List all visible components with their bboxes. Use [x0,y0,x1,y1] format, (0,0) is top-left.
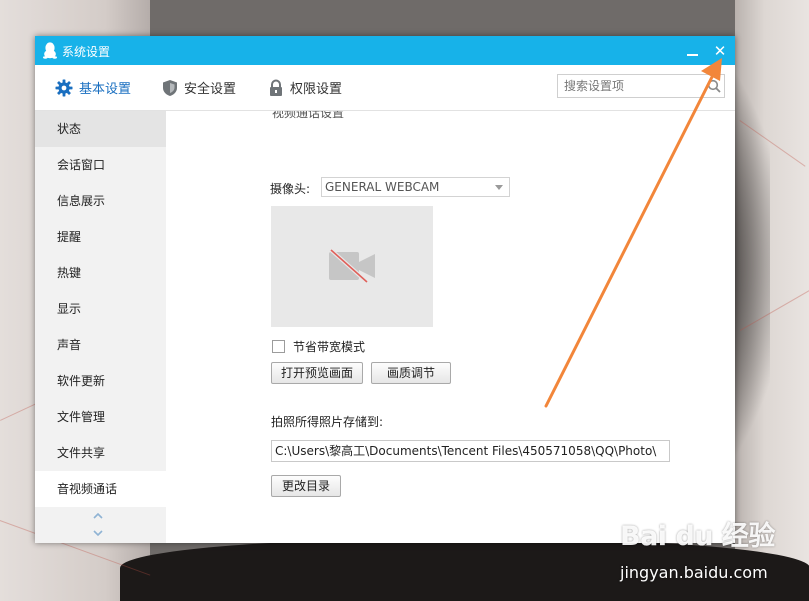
tab-label: 基本设置 [79,82,132,97]
sidebar-item-hotkeys[interactable]: 热键 [35,255,166,291]
camera-off-icon [329,248,375,284]
camera-select[interactable]: GENERAL WEBCAM [321,177,510,197]
sidebar-item-info-display[interactable]: 信息展示 [35,183,166,219]
bandwidth-saving-option[interactable]: 节省带宽模式 [272,338,365,355]
chevron-up-icon[interactable] [91,511,105,521]
sidebar-item-software-update[interactable]: 软件更新 [35,363,166,399]
watermark-logo: Bai du 经验 [620,521,775,552]
shield-icon [163,79,177,96]
qq-logo-icon [43,42,57,59]
sidebar-item-status[interactable]: 状态 [35,111,166,147]
dropdown-arrow-icon [495,185,503,190]
lock-icon [270,79,282,96]
photo-save-path-field[interactable]: C:\Users\黎高工\Documents\Tencent Files\450… [271,440,670,462]
sidebar-item-chat-window[interactable]: 会话窗口 [35,147,166,183]
settings-tabs: 基本设置 安全设置 权限设置 [35,65,735,111]
bandwidth-saving-label: 节省带宽模式 [293,340,366,354]
sidebar-item-display[interactable]: 显示 [35,291,166,327]
open-preview-button[interactable]: 打开预览画面 [271,362,363,384]
tab-basic-settings[interactable]: 基本设置 [55,65,131,110]
close-button[interactable]: ✕ [709,40,731,62]
camera-preview [271,206,433,327]
minimize-icon [687,54,698,56]
camera-label: 摄像头: [270,182,311,196]
chevron-down-icon[interactable] [91,528,105,538]
search-input[interactable] [558,75,702,97]
bandwidth-saving-checkbox[interactable] [272,340,285,353]
sidebar-item-av-call[interactable]: 音视频通话 [35,471,166,507]
tab-label: 安全设置 [184,82,237,97]
search-icon[interactable] [707,79,721,93]
sidebar-item-sound[interactable]: 声音 [35,327,166,363]
watermark-url: jingyan.baidu.com [620,563,768,582]
close-icon: ✕ [713,42,727,60]
tab-security-settings[interactable]: 安全设置 [162,65,236,110]
camera-select-value: GENERAL WEBCAM [325,180,440,194]
change-directory-button[interactable]: 更改目录 [271,475,341,497]
section-heading-cut: 视频通话设置 [272,111,345,120]
sidebar-item-reminders[interactable]: 提醒 [35,219,166,255]
settings-window: 系统设置 ✕ 基本设置 安全设置 权限设置 搜索设置项 状态 会话窗口 信息展示… [35,36,735,543]
tab-permission-settings[interactable]: 权限设置 [268,65,342,110]
settings-search[interactable] [557,74,725,98]
quality-adjust-button[interactable]: 画质调节 [371,362,451,384]
sidebar-item-file-management[interactable]: 文件管理 [35,399,166,435]
settings-content: 视频通话设置 摄像头: GENERAL WEBCAM 节省带宽模式 打开预览画面… [166,111,735,543]
settings-sidebar: 状态 会话窗口 信息展示 提醒 热键 显示 声音 软件更新 文件管理 文件共享 … [35,111,166,543]
gear-icon [55,79,73,96]
minimize-button[interactable] [682,40,704,62]
baidu-watermark: Bai du 经验 jingyan.baidu.com [616,514,806,594]
sidebar-item-file-sharing[interactable]: 文件共享 [35,435,166,471]
tab-label: 权限设置 [290,82,343,97]
title-bar[interactable]: 系统设置 ✕ [35,36,735,65]
window-title: 系统设置 [62,45,111,59]
photo-save-label: 拍照所得照片存储到: [271,415,384,429]
